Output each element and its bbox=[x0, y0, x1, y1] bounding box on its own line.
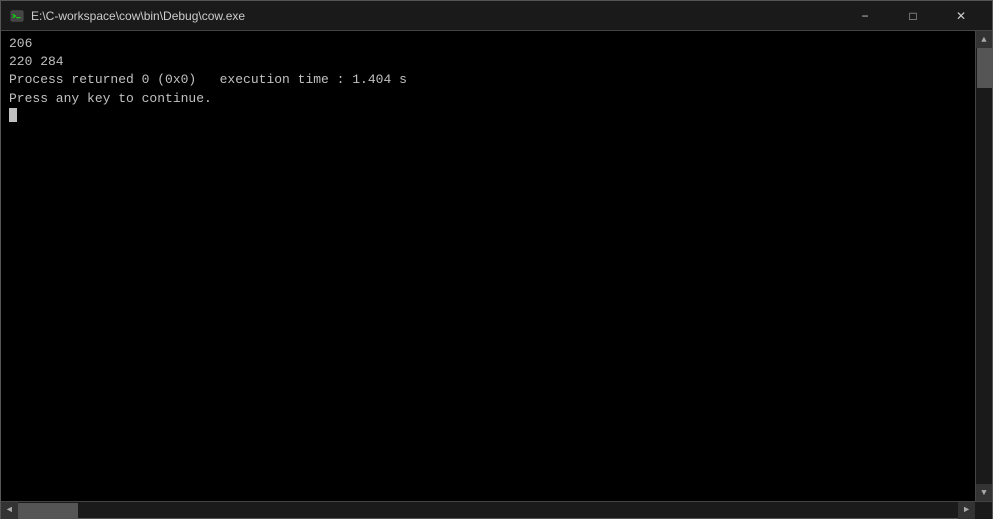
minimize-button[interactable]: − bbox=[842, 1, 888, 31]
console-output: 206 220 284 Process returned 0 (0x0) exe… bbox=[9, 35, 971, 108]
scroll-left-button[interactable]: ◄ bbox=[1, 502, 18, 519]
text-cursor bbox=[9, 108, 17, 122]
cursor-line bbox=[9, 108, 971, 122]
output-line-4: Press any key to continue. bbox=[9, 91, 212, 106]
console-content: 206 220 284 Process returned 0 (0x0) exe… bbox=[1, 31, 975, 501]
scroll-right-button[interactable]: ► bbox=[958, 502, 975, 519]
scroll-down-button[interactable]: ▼ bbox=[976, 484, 993, 501]
title-bar-left: E:\C-workspace\cow\bin\Debug\cow.exe bbox=[9, 8, 245, 24]
output-line-2: 220 284 bbox=[9, 54, 64, 69]
terminal-icon bbox=[9, 8, 25, 24]
scrollbar-corner bbox=[975, 502, 992, 519]
scroll-track-x[interactable] bbox=[18, 502, 958, 518]
window-title: E:\C-workspace\cow\bin\Debug\cow.exe bbox=[31, 9, 245, 23]
output-line-3: Process returned 0 (0x0) execution time … bbox=[9, 72, 407, 87]
title-bar: E:\C-workspace\cow\bin\Debug\cow.exe − □… bbox=[1, 1, 992, 31]
bottom-bar: ◄ ► bbox=[1, 501, 992, 518]
console-window: E:\C-workspace\cow\bin\Debug\cow.exe − □… bbox=[0, 0, 993, 519]
output-line-1: 206 bbox=[9, 36, 32, 51]
horizontal-scrollbar[interactable]: ◄ ► bbox=[1, 502, 975, 518]
close-button[interactable]: ✕ bbox=[938, 1, 984, 31]
scroll-up-button[interactable]: ▲ bbox=[976, 31, 993, 48]
scroll-thumb-x[interactable] bbox=[18, 503, 78, 518]
maximize-button[interactable]: □ bbox=[890, 1, 936, 31]
scroll-thumb-y[interactable] bbox=[977, 48, 992, 88]
window-controls: − □ ✕ bbox=[842, 1, 984, 31]
scroll-track-y[interactable] bbox=[976, 48, 992, 484]
console-area: 206 220 284 Process returned 0 (0x0) exe… bbox=[1, 31, 992, 501]
vertical-scrollbar[interactable]: ▲ ▼ bbox=[975, 31, 992, 501]
